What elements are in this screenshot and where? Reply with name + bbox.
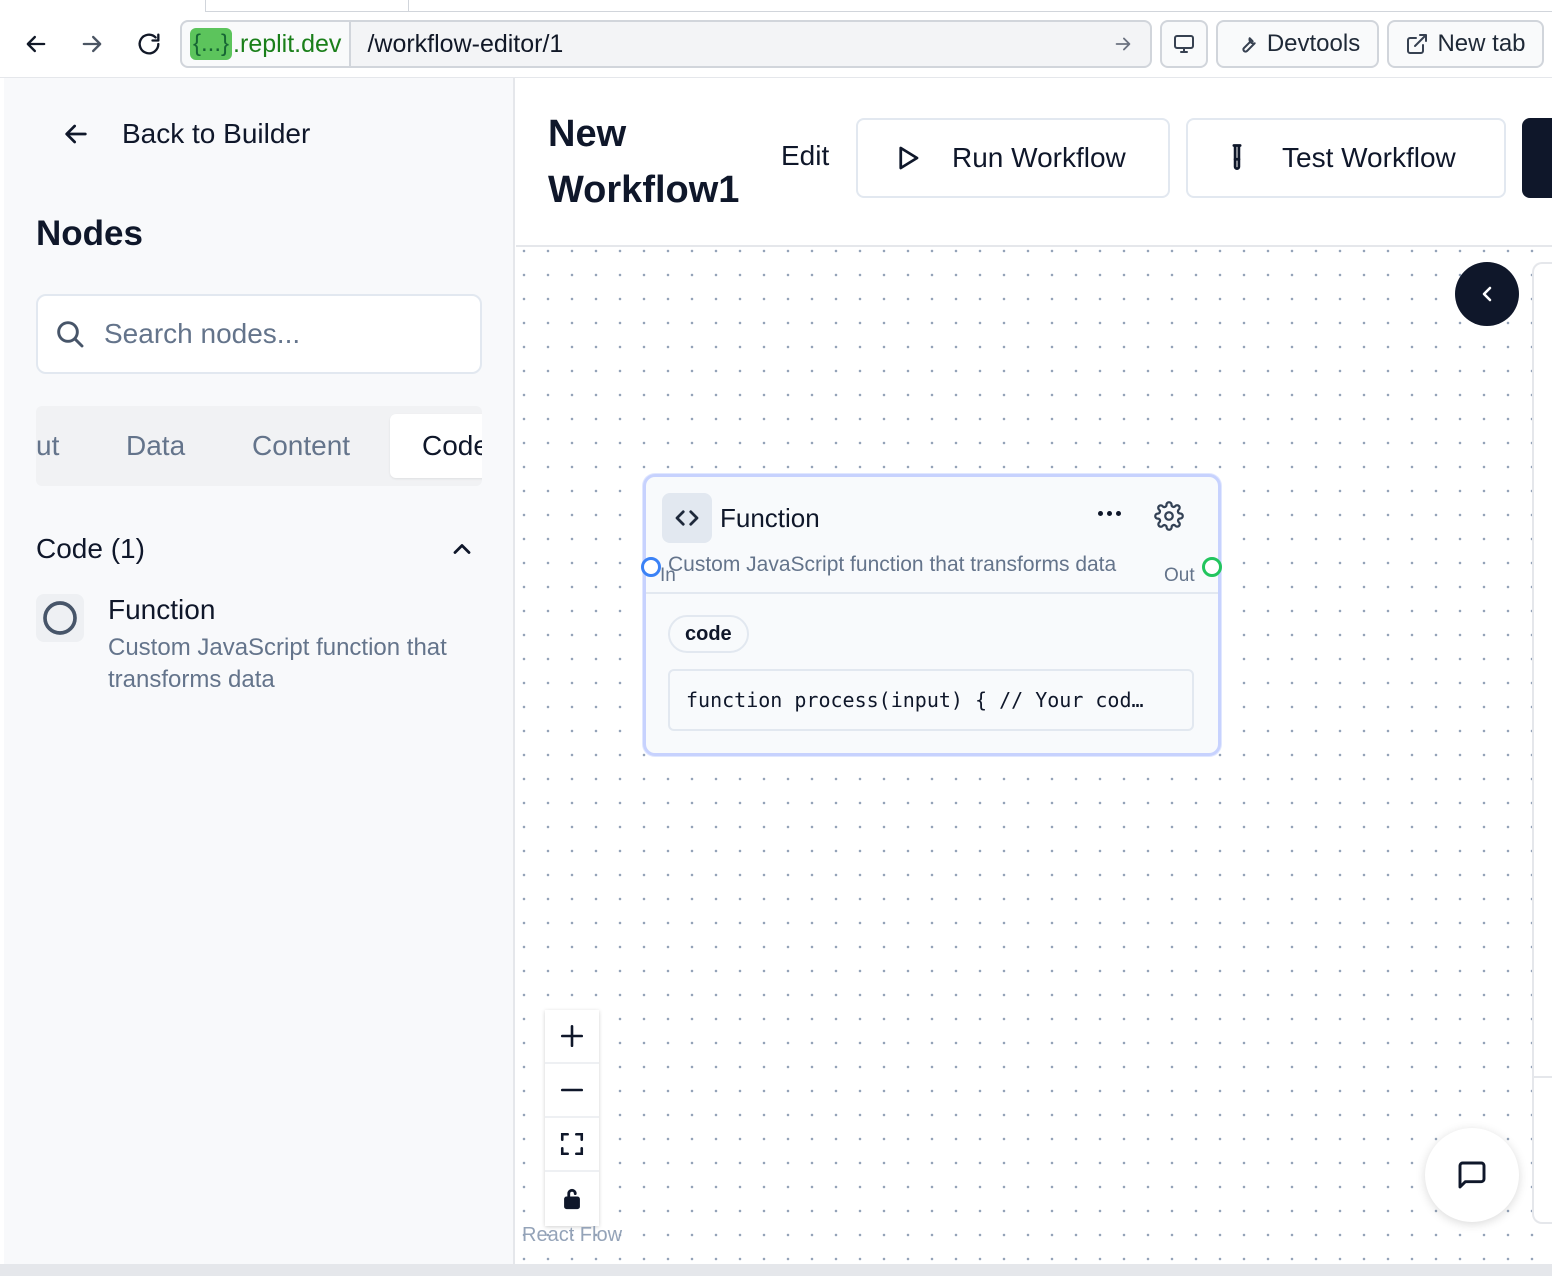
node-item-function[interactable]: Function Custom JavaScript function that… [36, 594, 482, 696]
editor-header: New Workflow1 Edit Run Workflow Test Wor… [516, 78, 1552, 247]
test-workflow-button[interactable]: Test Workflow [1186, 118, 1506, 198]
new-tab-button[interactable]: New tab [1387, 20, 1544, 68]
function-node-icon [36, 594, 84, 642]
arrow-right-icon [82, 35, 102, 53]
input-handle-label: In [660, 565, 676, 586]
output-handle-label: Out [1164, 565, 1195, 586]
node-description: Custom JavaScript function that transfor… [668, 553, 1117, 576]
address-path[interactable]: /workflow-editor/1 [351, 30, 1108, 59]
node-item-name: Function [108, 594, 216, 625]
browser-toolbar: {...} .replit.dev /workflow-editor/1 Dev… [0, 0, 1552, 78]
more-options-icon[interactable] [1093, 503, 1125, 523]
editor-main: New Workflow1 Edit Run Workflow Test Wor… [516, 78, 1552, 1264]
lock-icon [564, 1189, 580, 1210]
back-to-builder-link[interactable]: Back to Builder [60, 118, 310, 150]
param-chip: code [668, 615, 749, 653]
reload-icon [138, 33, 160, 55]
go-button[interactable] [1108, 29, 1138, 59]
play-icon [899, 146, 919, 170]
devtools-label: Devtools [1266, 30, 1361, 57]
back-label: Back to Builder [122, 118, 311, 149]
go-arrow-icon [1115, 37, 1131, 51]
chevron-up-icon [453, 544, 471, 554]
zoom-in-button[interactable] [545, 1010, 599, 1064]
circle-icon [43, 601, 77, 635]
forward-nav-button[interactable] [74, 26, 110, 62]
address-bar[interactable]: {...} .replit.dev /workflow-editor/1 [180, 20, 1152, 68]
workflow-title-line2: Workflow1 [548, 169, 740, 211]
test-label: Test Workflow [1282, 142, 1456, 173]
properties-panel [1532, 262, 1552, 1224]
node-divider [646, 592, 1218, 594]
host-domain: .replit.dev [233, 29, 342, 58]
workflow-title-line1: New [548, 113, 627, 155]
tab-input[interactable]: ut [36, 414, 59, 478]
address-host: {...} .replit.dev [182, 22, 352, 66]
code-icon [662, 493, 712, 543]
plus-icon [560, 1024, 584, 1048]
fit-view-button[interactable] [545, 1118, 599, 1172]
run-label: Run Workflow [952, 142, 1126, 173]
search-icon [57, 321, 84, 348]
arrow-left-icon [26, 35, 46, 53]
tab-code[interactable]: Code [390, 414, 482, 478]
gear-icon[interactable] [1154, 501, 1184, 531]
search-input[interactable] [104, 318, 444, 350]
device-preview-button[interactable] [1160, 20, 1208, 68]
output-handle[interactable] [1202, 557, 1222, 577]
tab-strip [205, 0, 1552, 12]
monitor-icon [1174, 35, 1194, 53]
host-badge: {...} [190, 28, 233, 60]
lock-button[interactable] [545, 1172, 599, 1226]
minus-icon [560, 1088, 584, 1092]
edit-title-button[interactable]: Edit [781, 140, 829, 172]
fit-view-icon [560, 1132, 584, 1156]
message-square-icon [1458, 1161, 1486, 1189]
external-link-icon [1407, 34, 1428, 54]
flow-controls [545, 1010, 599, 1226]
nodes-sidebar: Back to Builder Nodes ut Data Content Co… [4, 78, 515, 1264]
code-section-header[interactable]: Code (1) [36, 533, 482, 565]
input-handle[interactable] [641, 557, 661, 577]
flow-canvas[interactable]: Function Custom JavaScript function that… [516, 248, 1552, 1264]
workflow-title: New Workflow1 [548, 106, 758, 218]
test-tube-icon [1232, 144, 1242, 170]
function-node[interactable]: Function Custom JavaScript function that… [643, 474, 1221, 756]
zoom-out-button[interactable] [545, 1064, 599, 1118]
window-bottom-edge [0, 1264, 1552, 1276]
arrow-left-icon [65, 124, 87, 144]
primary-action-button[interactable] [1522, 118, 1552, 198]
node-title: Function [720, 502, 820, 533]
node-item-description: Custom JavaScript function that transfor… [108, 634, 447, 693]
chevron-left-icon [1482, 286, 1492, 302]
tab-content[interactable]: Content [252, 414, 350, 478]
reload-button[interactable] [131, 26, 167, 62]
new-tab-label: New tab [1437, 30, 1526, 57]
category-tabs: ut Data Content Code [36, 406, 482, 486]
section-label: Code (1) [36, 533, 145, 564]
code-preview[interactable]: function process(input) { // Your cod… [668, 669, 1194, 731]
react-flow-attribution[interactable]: React Flow [522, 1224, 622, 1247]
back-nav-button[interactable] [18, 26, 54, 62]
chat-button[interactable] [1425, 1128, 1519, 1222]
wrench-icon [1242, 37, 1256, 53]
node-search[interactable] [36, 294, 482, 374]
devtools-button[interactable]: Devtools [1216, 20, 1379, 68]
tab-data[interactable]: Data [126, 414, 185, 478]
collapse-panel-button[interactable] [1455, 262, 1519, 326]
sidebar-title: Nodes [36, 214, 143, 253]
run-workflow-button[interactable]: Run Workflow [856, 118, 1170, 198]
